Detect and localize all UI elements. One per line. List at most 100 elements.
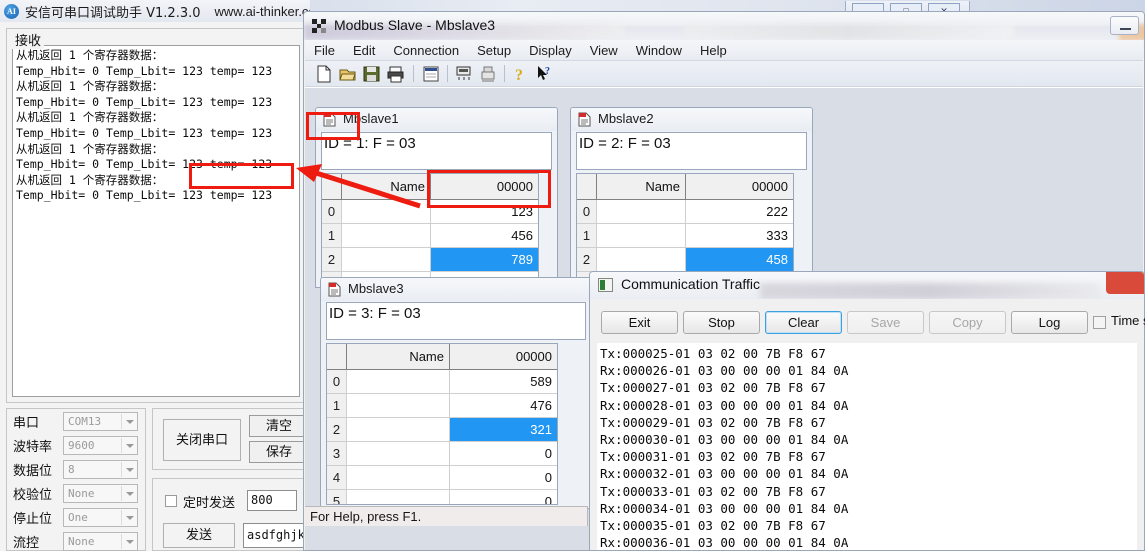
mbslave3-register-grid[interactable]: Name 00000 0 589 1 476 2 321 xyxy=(326,343,558,505)
clear-button[interactable]: Clear xyxy=(765,311,842,334)
menu-item-help[interactable]: Help xyxy=(691,40,736,61)
modbus-title-text: Modbus Slave - Mbslave3 xyxy=(334,17,495,33)
row-value[interactable]: 222 xyxy=(686,200,793,223)
config-label-baud: 波特率 xyxy=(13,436,63,455)
table-row[interactable]: 1 333 xyxy=(577,224,793,248)
parity-select[interactable]: None xyxy=(63,484,138,503)
menu-item-setup[interactable]: Setup xyxy=(468,40,520,61)
row-value[interactable]: 456 xyxy=(431,224,538,247)
row-value[interactable]: 589 xyxy=(450,370,557,393)
close-port-button[interactable]: 关闭串口 xyxy=(163,419,241,461)
send-button[interactable]: 发送 xyxy=(163,523,235,548)
row-name[interactable] xyxy=(347,418,450,441)
exit-button[interactable]: Exit xyxy=(601,311,678,334)
chevron-down-icon xyxy=(126,468,134,472)
row-name[interactable] xyxy=(597,224,686,247)
send-text-input[interactable]: asdfghjk xyxy=(243,523,307,548)
row-name[interactable] xyxy=(347,394,450,417)
chevron-down-icon xyxy=(126,444,134,448)
help-cursor-icon[interactable]: ? xyxy=(536,65,554,83)
table-row[interactable]: 1 456 xyxy=(322,224,538,248)
table-row[interactable]: 2 458 xyxy=(577,248,793,272)
table-row[interactable]: 2 321 xyxy=(327,418,557,442)
menu-item-display[interactable]: Display xyxy=(520,40,581,61)
svg-text:?: ? xyxy=(515,67,523,83)
config-label-stopbits: 停止位 xyxy=(13,508,63,527)
row-value-selected[interactable]: 789 xyxy=(431,248,538,271)
row-value[interactable]: 333 xyxy=(686,224,793,247)
row-index: 0 xyxy=(322,200,342,223)
document-icon xyxy=(577,112,592,127)
save-receive-button[interactable]: 保存 xyxy=(249,441,309,463)
row-name[interactable] xyxy=(597,200,686,223)
row-index: 3 xyxy=(327,442,347,465)
close-button[interactable] xyxy=(1106,272,1144,294)
menu-item-file[interactable]: File xyxy=(305,40,344,61)
row-value-selected[interactable]: 321 xyxy=(450,418,557,441)
title-blur-artifact xyxy=(684,24,1014,40)
flowcontrol-select[interactable]: None xyxy=(63,532,138,551)
mbslave2-title-bar: Mbslave2 xyxy=(571,108,812,131)
menu-item-window[interactable]: Window xyxy=(627,40,691,61)
traffic-log-view[interactable]: Tx:000025-01 03 02 00 7B F8 67 Rx:000026… xyxy=(597,343,1137,550)
table-row[interactable]: 3 0 xyxy=(327,442,557,466)
table-row[interactable]: 0 589 xyxy=(327,370,557,394)
table-row[interactable]: 0 222 xyxy=(577,200,793,224)
databits-select-value: 8 xyxy=(68,463,75,476)
baud-select[interactable]: 9600 xyxy=(63,436,138,455)
chevron-down-icon xyxy=(126,516,134,520)
stopbits-select[interactable]: One xyxy=(63,508,138,527)
mbslave3-title-bar: Mbslave3 xyxy=(321,278,591,301)
row-name[interactable] xyxy=(342,224,431,247)
row-value[interactable]: 476 xyxy=(450,394,557,417)
new-icon[interactable] xyxy=(315,65,333,83)
display-icon[interactable] xyxy=(422,65,440,83)
row-value[interactable]: 0 xyxy=(450,442,557,465)
grid-header-name: Name xyxy=(347,344,450,369)
clear-receive-button[interactable]: 清空 xyxy=(249,415,309,437)
row-name[interactable] xyxy=(342,248,431,271)
grid-header-address: 00000 xyxy=(686,174,793,199)
about-icon[interactable]: ? xyxy=(512,65,530,83)
timed-send-interval-input[interactable]: 800 xyxy=(247,490,297,511)
row-name[interactable] xyxy=(597,248,686,271)
row-name[interactable] xyxy=(347,490,450,505)
row-name[interactable] xyxy=(347,370,450,393)
disconnect-icon[interactable] xyxy=(479,65,497,83)
row-name[interactable] xyxy=(342,200,431,223)
combo-separator xyxy=(121,438,122,453)
receive-textarea[interactable]: 从机返回 1 个寄存器数据： Temp_Hbit= 0 Temp_Lbit= 1… xyxy=(12,45,300,397)
databits-select[interactable]: 8 xyxy=(63,460,138,479)
mbslave2-register-grid[interactable]: Name 00000 0 222 1 333 2 458 xyxy=(576,173,794,286)
config-row: 波特率 9600 xyxy=(13,433,145,457)
table-row[interactable]: 4 0 xyxy=(327,466,557,490)
open-icon[interactable] xyxy=(339,65,357,83)
row-value[interactable]: 0 xyxy=(450,466,557,489)
row-index: 2 xyxy=(577,248,597,271)
save-button[interactable]: Save xyxy=(847,311,924,334)
row-name[interactable] xyxy=(347,466,450,489)
save-icon[interactable] xyxy=(363,65,381,83)
toolbar-separator xyxy=(447,65,448,82)
table-row[interactable]: 2 789 xyxy=(322,248,538,272)
timed-send-checkbox[interactable] xyxy=(165,495,177,507)
port-select[interactable]: COM13 xyxy=(63,412,138,431)
stop-button[interactable]: Stop xyxy=(683,311,760,334)
connect-icon[interactable] xyxy=(455,65,473,83)
time-stamp-checkbox[interactable] xyxy=(1093,316,1106,329)
row-value-selected[interactable]: 458 xyxy=(686,248,793,271)
table-row[interactable]: 5 0 xyxy=(327,490,557,505)
table-row[interactable]: 1 476 xyxy=(327,394,557,418)
menu-item-edit[interactable]: Edit xyxy=(344,40,384,61)
copy-button[interactable]: Copy xyxy=(929,311,1006,334)
menu-item-connection[interactable]: Connection xyxy=(384,40,468,61)
print-icon[interactable] xyxy=(387,65,405,83)
menu-item-view[interactable]: View xyxy=(581,40,627,61)
row-value[interactable]: 0 xyxy=(450,490,557,505)
minimize-button[interactable] xyxy=(1110,16,1139,35)
mbslave2-window: Mbslave2 ID = 2: F = 03 Name 00000 0 222… xyxy=(570,107,813,288)
annotation-box-serial-temp xyxy=(189,163,294,189)
log-button[interactable]: Log xyxy=(1011,311,1088,334)
toolbar-separator xyxy=(504,65,505,82)
row-name[interactable] xyxy=(347,442,450,465)
